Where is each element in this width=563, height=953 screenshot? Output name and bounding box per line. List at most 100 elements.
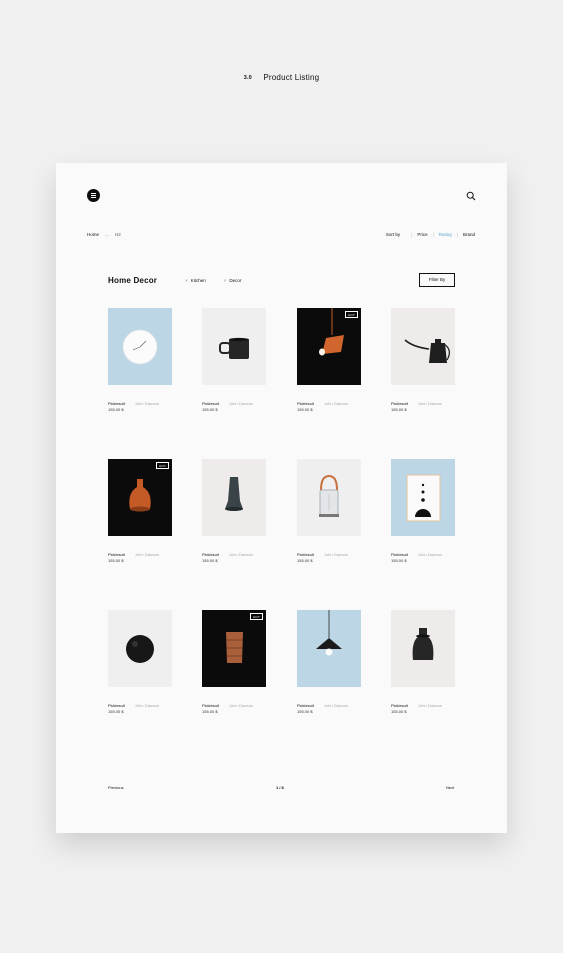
hot-badge: HOT (250, 613, 263, 620)
product-brand: John Dawson (417, 401, 443, 406)
page-indicator: 1 / 8 (276, 785, 284, 790)
breadcrumb: Home — H2 (87, 232, 121, 237)
product-name[interactable]: Picklesuit (108, 552, 125, 557)
product-image[interactable] (391, 308, 455, 385)
product-brand: John Dawson (134, 401, 160, 406)
search-icon[interactable] (466, 191, 476, 201)
product-name[interactable]: Picklesuit (202, 703, 219, 708)
product-meta: Picklesuit John Dawson 155.00 $ (108, 703, 172, 715)
product-name[interactable]: Picklesuit (391, 703, 408, 708)
filter-tag-kitchen[interactable]: × Kitchen (185, 278, 206, 283)
product-name[interactable]: Picklesuit (202, 401, 219, 406)
product-image[interactable] (108, 308, 172, 385)
product-name[interactable]: Picklesuit (108, 703, 125, 708)
product-brand: John Dawson (228, 401, 254, 406)
product-card[interactable]: Picklesuit John Dawson 155.00 $ (202, 308, 266, 413)
product-card[interactable]: Picklesuit John Dawson 155.00 $ (108, 610, 172, 715)
remove-tag-icon[interactable]: × (224, 278, 227, 283)
menu-button[interactable] (87, 189, 100, 202)
sort-option-rating[interactable]: Rating (439, 232, 452, 237)
product-name[interactable]: Picklesuit (108, 401, 125, 406)
product-card[interactable]: HOT Picklesuit John Dawson 155.00 $ (297, 308, 361, 413)
product-brand: John Dawson (323, 703, 349, 708)
product-card[interactable]: Picklesuit John Dawson 155.00 $ (202, 459, 266, 564)
filter-tag-label: Decor (229, 278, 242, 283)
product-brand: John Dawson (417, 703, 443, 708)
product-meta: Picklesuit John Dawson 155.00 $ (108, 552, 172, 564)
product-price: 155.00 $ (297, 558, 313, 563)
product-brand: John Dawson (323, 401, 349, 406)
product-image[interactable] (202, 459, 266, 536)
art-print-image (406, 474, 441, 522)
divider: | (432, 232, 434, 237)
ball-image (126, 635, 154, 663)
product-image[interactable] (391, 459, 455, 536)
product-meta: Picklesuit John Dawson 155.00 $ (297, 703, 361, 715)
product-card[interactable]: Picklesuit John Dawson 155.00 $ (297, 459, 361, 564)
product-image[interactable]: HOT (202, 610, 266, 687)
sort-option-price[interactable]: Price (417, 232, 427, 237)
remove-tag-icon[interactable]: × (185, 278, 188, 283)
product-name[interactable]: Picklesuit (297, 703, 314, 708)
product-price: 155.00 $ (297, 407, 313, 412)
product-name[interactable]: Picklesuit (391, 401, 408, 406)
product-price: 155.00 $ (391, 709, 407, 714)
product-card[interactable]: HOT Picklesuit John Dawson 155.00 $ (202, 610, 266, 715)
product-card[interactable]: Picklesuit John Dawson 155.00 $ (297, 610, 361, 715)
product-meta: Picklesuit John Dawson 155.00 $ (391, 703, 455, 715)
product-brand: John Dawson (417, 552, 443, 557)
product-image[interactable] (391, 610, 455, 687)
product-brand: John Dawson (228, 703, 254, 708)
product-name[interactable]: Picklesuit (297, 552, 314, 557)
sort-option-brand[interactable]: Brand (463, 232, 475, 237)
breadcrumb-current: H2 (115, 232, 121, 237)
product-name[interactable]: Picklesuit (297, 401, 314, 406)
previous-page-button[interactable]: Previous (108, 785, 124, 790)
product-meta: Picklesuit John Dawson 155.00 $ (297, 401, 361, 413)
pendant-lamp-image (319, 308, 344, 356)
product-meta: Picklesuit John Dawson 155.00 $ (202, 703, 266, 715)
filter-button[interactable]: Filter By (419, 273, 455, 287)
product-brand: John Dawson (323, 552, 349, 557)
sort-label: Sort by (385, 232, 401, 237)
copper-vase-image (129, 479, 151, 512)
product-image[interactable]: HOT (108, 459, 172, 536)
product-name[interactable]: Picklesuit (202, 552, 219, 557)
hot-badge: HOT (156, 462, 169, 469)
product-image[interactable] (297, 610, 361, 687)
product-name[interactable]: Picklesuit (391, 552, 408, 557)
kettle-image (404, 339, 450, 363)
product-meta: Picklesuit John Dawson 155.00 $ (202, 552, 266, 564)
product-card[interactable]: HOT Picklesuit John Dawson 155.00 $ (108, 459, 172, 564)
filter-tag-decor[interactable]: × Decor (224, 278, 242, 283)
breadcrumb-separator: — (105, 232, 110, 237)
product-card[interactable]: Picklesuit John Dawson 155.00 $ (391, 459, 455, 564)
product-price: 155.00 $ (202, 558, 218, 563)
hot-badge: HOT (345, 311, 358, 318)
product-brand: John Dawson (134, 703, 160, 708)
product-image[interactable]: HOT (297, 308, 361, 385)
product-meta: Picklesuit John Dawson 155.00 $ (108, 401, 172, 413)
product-image[interactable] (297, 459, 361, 536)
product-card[interactable]: Picklesuit John Dawson 155.00 $ (391, 610, 455, 715)
category-title: Home Decor (108, 276, 158, 285)
product-price: 155.00 $ (202, 407, 218, 412)
product-meta: Picklesuit John Dawson 155.00 $ (391, 552, 455, 564)
sort-bar: Sort by | Price | Rating | Brand (386, 232, 475, 237)
product-price: 155.00 $ (391, 558, 407, 563)
product-card[interactable]: Picklesuit John Dawson 155.00 $ (391, 308, 455, 413)
product-price: 155.00 $ (108, 558, 124, 563)
category-header: Home Decor × Kitchen × Decor (108, 276, 241, 285)
glass-vase-image (225, 477, 243, 511)
product-image[interactable] (202, 308, 266, 385)
product-image[interactable] (108, 610, 172, 687)
breadcrumb-home[interactable]: Home (87, 232, 99, 237)
next-page-button[interactable]: Next (446, 785, 454, 790)
cone-lamp-image (316, 610, 342, 656)
page-header-title: Product Listing (263, 73, 320, 82)
filter-tag-label: Kitchen (190, 278, 206, 283)
divider: | (411, 232, 413, 237)
product-brand: John Dawson (228, 552, 254, 557)
product-card[interactable]: Picklesuit John Dawson 155.00 $ (108, 308, 172, 413)
bottle-vase-image (412, 628, 434, 660)
